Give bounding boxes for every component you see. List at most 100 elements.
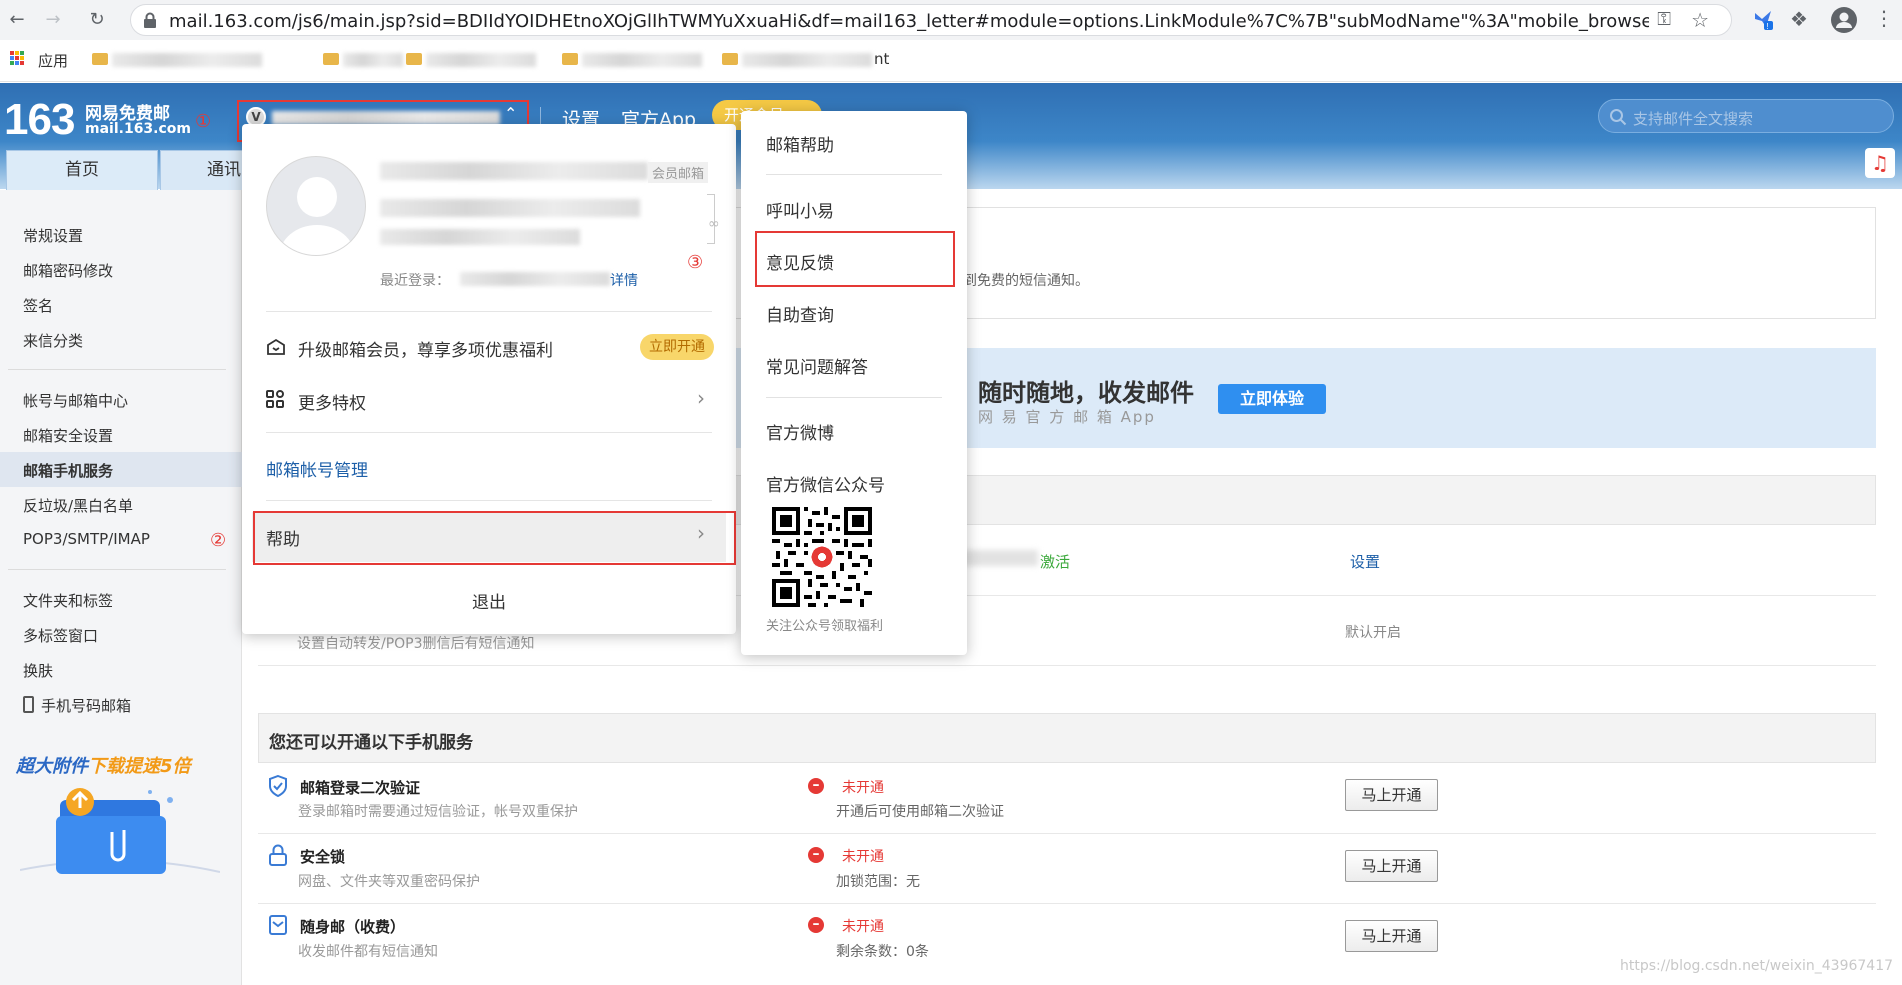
row-settings-link[interactable]: 设置	[1350, 551, 1380, 572]
avatar[interactable]	[266, 156, 366, 256]
enable-now-button[interactable]: 马上开通	[1345, 779, 1438, 811]
row2-status: 默认开启	[1345, 625, 1401, 641]
login-details-link[interactable]: 详情	[610, 270, 638, 290]
sidebar-item-antispam[interactable]: 反垃圾/黑白名单	[23, 495, 133, 516]
tab-home[interactable]: 首页	[6, 150, 158, 190]
back-icon[interactable]: ←	[4, 7, 30, 33]
promo-title[interactable]: 超大附件下载提速5倍	[16, 752, 191, 778]
address-bar[interactable]: mail.163.com/js6/main.jsp?sid=BDIIdYOIDH…	[130, 4, 1732, 36]
mobile-mail-icon	[269, 915, 287, 935]
blurred-phone-number	[960, 550, 1038, 566]
service-title: 邮箱登录二次验证	[300, 779, 421, 797]
search-icon	[1610, 109, 1627, 126]
svg-text:!: !	[1767, 22, 1769, 31]
divider	[8, 369, 226, 370]
sidebar-item-filters[interactable]: 来信分类	[23, 330, 83, 351]
bookmarks-bar: 应用 nt	[0, 40, 1902, 82]
service-description: 网盘、文件夹等双重密码保护	[298, 874, 480, 890]
bookmark-blurred[interactable]	[742, 53, 872, 67]
menu-item-weibo[interactable]: 官方微博	[766, 419, 834, 444]
sidebar-item-general[interactable]: 常规设置	[23, 225, 83, 246]
sidebar-item-account-center[interactable]: 帐号与邮箱中心	[23, 390, 128, 411]
not-enabled-icon: –	[808, 917, 824, 933]
last-login-label: 最近登录：	[380, 273, 450, 289]
shield-icon	[269, 775, 287, 797]
link-icon[interactable]: ∞	[708, 216, 720, 232]
annotation-marker-2: ②	[210, 530, 227, 551]
folder-icon	[406, 53, 422, 65]
sidebar-item-pop3[interactable]: POP3/SMTP/IMAP	[23, 530, 150, 548]
folder-icon	[92, 53, 108, 65]
bookmark-blurred[interactable]	[343, 53, 403, 67]
promo-folder-illustration[interactable]	[20, 780, 220, 890]
menu-icon[interactable]: ⋮	[1874, 6, 1894, 30]
forward-icon[interactable]: →	[40, 7, 66, 33]
lock-icon	[269, 844, 287, 866]
bookmark-apps[interactable]: 应用	[38, 50, 68, 71]
service-description: 登录邮箱时需要通过短信验证，帐号双重保护	[298, 804, 578, 820]
music-icon[interactable]: ♫	[1865, 148, 1895, 178]
sidebar-item-password[interactable]: 邮箱密码修改	[23, 260, 113, 281]
activate-link[interactable]: 激活	[1040, 551, 1070, 572]
enable-now-button[interactable]: 马上开通	[1345, 850, 1438, 882]
menu-item-faq[interactable]: 常见问题解答	[766, 353, 868, 378]
sidebar-item-folders[interactable]: 文件夹和标签	[23, 590, 113, 611]
service-status: 未开通	[842, 780, 884, 796]
annotation-box-feedback	[755, 231, 955, 287]
not-enabled-icon: –	[808, 778, 824, 794]
annotation-marker-1: ①	[195, 111, 212, 132]
watermark: https://blog.csdn.net/weixin_43967417	[1620, 958, 1894, 974]
sidebar-item-mobile-service[interactable]: 邮箱手机服务	[23, 460, 113, 481]
chevron-right-icon[interactable]: ›	[697, 386, 705, 410]
menu-item-call-xiaoyi[interactable]: 呼叫小易	[766, 197, 834, 222]
sidebar-item-signature[interactable]: 签名	[23, 295, 53, 316]
menu-item-self-query[interactable]: 自助查询	[766, 301, 834, 326]
menu-item-wechat[interactable]: 官方微信公众号	[766, 471, 885, 496]
bookmark-blurred[interactable]	[582, 53, 702, 67]
service-title: 安全锁	[300, 848, 346, 866]
service-row: 安全锁 网盘、文件夹等双重密码保护 – 未开通 加锁范围：无 马上开通	[258, 834, 1876, 904]
banner-title: 随时随地，收发邮件	[978, 379, 1194, 407]
account-info-blurred	[380, 229, 580, 245]
banner-subtitle: 网 易 官 方 邮 箱 App	[978, 408, 1156, 426]
row-divider	[258, 665, 1876, 666]
bookmark-tail[interactable]: nt	[874, 50, 889, 68]
enable-now-button[interactable]: 马上开通	[1345, 920, 1438, 952]
account-email-blurred	[380, 162, 648, 180]
divider	[266, 432, 712, 433]
menu-item-mail-help[interactable]: 邮箱帮助	[766, 131, 834, 156]
extension-icon[interactable]: !	[1752, 9, 1774, 31]
sidebar-item-phone-mail[interactable]: 手机号码邮箱	[41, 695, 131, 716]
service-status: 未开通	[842, 849, 884, 865]
puzzle-icon[interactable]: ❖	[1790, 7, 1808, 31]
not-enabled-icon: –	[808, 847, 824, 863]
banner-try-button[interactable]: 立即体验	[1218, 384, 1326, 414]
sidebar-item-multitab[interactable]: 多标签窗口	[23, 625, 98, 646]
logo-163[interactable]: 163	[4, 95, 75, 145]
settings-sidebar: 常规设置 邮箱密码修改 签名 来信分类 帐号与邮箱中心 邮箱安全设置 邮箱手机服…	[0, 190, 242, 985]
reload-icon[interactable]: ↻	[84, 7, 110, 33]
row2-description: 设置自动转发/POP3删信后有短信通知	[297, 636, 535, 652]
service-status-desc: 剩余条数：0条	[836, 944, 929, 960]
phone-icon	[23, 696, 34, 713]
account-manage-link[interactable]: 邮箱帐号管理	[266, 456, 368, 481]
sidebar-item-security[interactable]: 邮箱安全设置	[23, 425, 113, 446]
separator	[540, 107, 541, 125]
profile-icon[interactable]	[1831, 7, 1857, 33]
search-box[interactable]: 支持邮件全文搜索	[1598, 99, 1894, 133]
annotation-box-help	[253, 511, 736, 565]
sidebar-item-skin[interactable]: 换肤	[23, 660, 53, 681]
divider	[766, 174, 942, 175]
logout-button[interactable]: 退出	[242, 588, 736, 613]
star-icon[interactable]: ☆	[1691, 8, 1709, 32]
grid-icon	[266, 390, 284, 408]
key-icon[interactable]: ⚿	[1657, 9, 1671, 30]
more-privileges[interactable]: 更多特权	[298, 389, 366, 414]
divider	[266, 311, 712, 312]
upgrade-button[interactable]: 立即开通	[640, 334, 714, 360]
bookmark-blurred[interactable]	[112, 53, 262, 67]
divider	[8, 569, 226, 570]
bookmark-blurred[interactable]	[426, 53, 536, 67]
service-row: 邮箱登录二次验证 登录邮箱时需要通过短信验证，帐号双重保护 – 未开通 开通后可…	[258, 763, 1876, 833]
last-login-blurred	[460, 272, 610, 286]
